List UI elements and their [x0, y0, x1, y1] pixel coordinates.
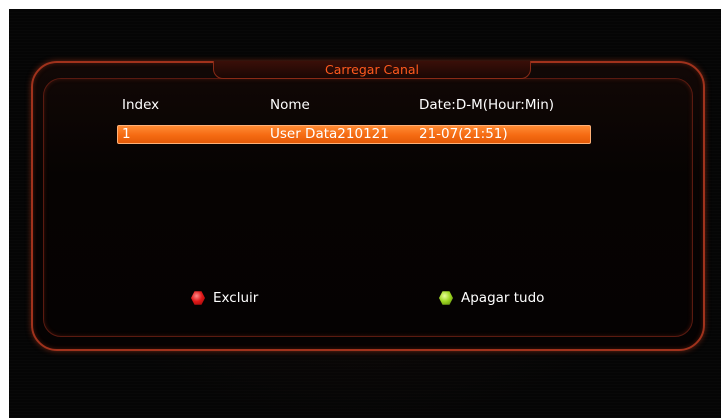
delete-label: Excluir	[213, 290, 259, 306]
dialog-inner-border	[43, 78, 693, 337]
row-name: User Data210121	[270, 126, 389, 142]
delete-all-label: Apagar tudo	[461, 290, 545, 306]
column-header-name: Nome	[270, 97, 310, 113]
column-header-index: Index	[122, 97, 160, 113]
table-row-selected[interactable]: 1 User Data210121 21-07(21:51)	[117, 125, 591, 144]
green-button-icon	[439, 291, 453, 305]
dialog-title: Carregar Canal	[213, 61, 531, 79]
column-header-date: Date:D-M(Hour:Min)	[419, 97, 555, 113]
red-button-icon	[191, 291, 205, 305]
delete-all-action[interactable]: Apagar tudo	[439, 288, 544, 308]
row-date: 21-07(21:51)	[419, 126, 508, 142]
row-index: 1	[122, 126, 131, 142]
delete-action[interactable]: Excluir	[191, 288, 258, 308]
tv-screen: Carregar Canal Index Nome Date:D-M(Hour:…	[9, 9, 721, 418]
